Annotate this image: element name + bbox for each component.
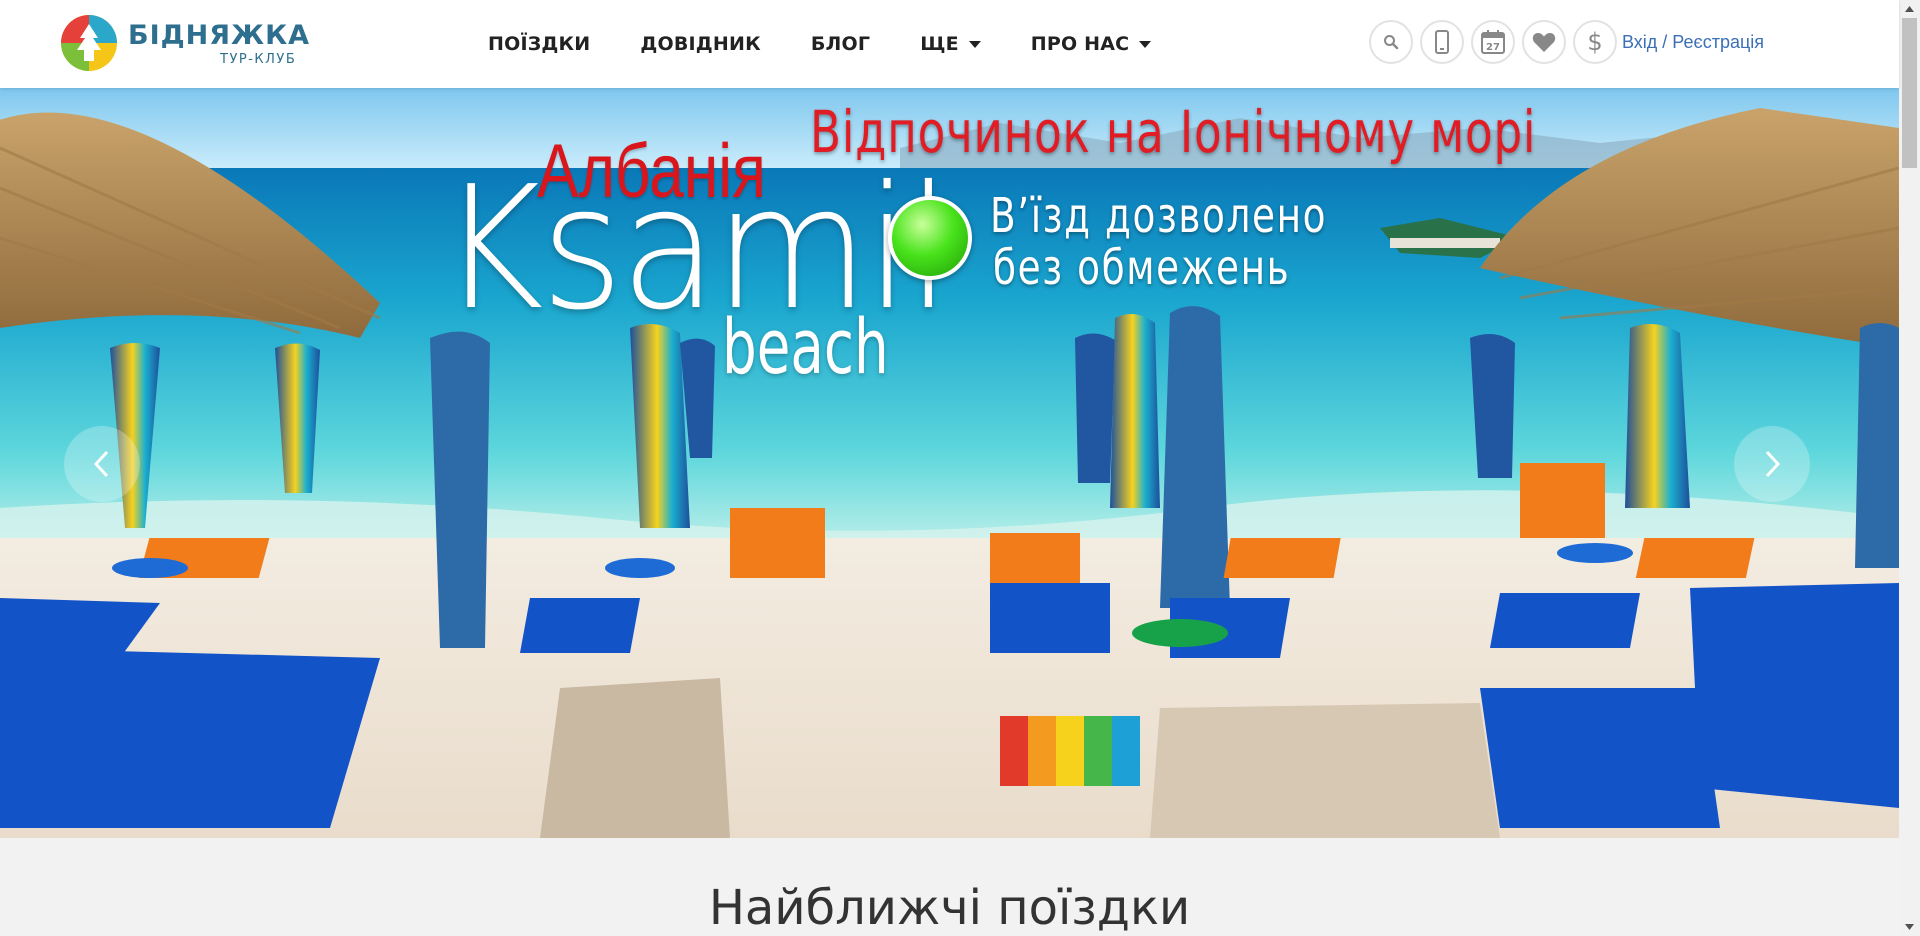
- nav-item-trips[interactable]: ПОЇЗДКИ: [488, 33, 590, 55]
- phone-icon: [1435, 30, 1449, 54]
- logo-icon: [61, 15, 117, 71]
- section-title: Найближчі поїздки: [708, 880, 1191, 936]
- scrollbar[interactable]: [1899, 0, 1920, 935]
- caret-down-icon: [1139, 40, 1152, 48]
- site-header: БІДНЯЖКА ТУР-КЛУБ ПОЇЗДКИ ДОВІДНИК БЛОГ …: [0, 0, 1899, 88]
- slider-next-button[interactable]: [1734, 426, 1810, 502]
- nav-item-label: ПРО НАС: [1030, 33, 1130, 55]
- nav-item-about[interactable]: ПРО НАС: [1031, 33, 1152, 55]
- nav-item-label: ПОЇЗДКИ: [488, 33, 591, 55]
- hero-place-sub: beach: [722, 302, 889, 391]
- hero-entry-line2: без обмежень: [993, 240, 1291, 296]
- logo[interactable]: БІДНЯЖКА ТУР-КЛУБ: [60, 14, 310, 74]
- heart-icon: [1532, 32, 1556, 52]
- calendar-icon: 27: [1481, 30, 1505, 54]
- hero-entry-line1: В’їзд дозволено: [990, 188, 1328, 244]
- nav-item-label: ЩЕ: [920, 33, 959, 55]
- nav-item-label: ДОВІДНИК: [640, 33, 761, 55]
- scrollbar-thumb[interactable]: [1902, 18, 1917, 168]
- main-nav: ПОЇЗДКИ ДОВІДНИК БЛОГ ЩЕ ПРО НАС: [488, 0, 1201, 88]
- nav-item-blog[interactable]: БЛОГ: [811, 33, 870, 55]
- mobile-app-button[interactable]: [1420, 20, 1464, 64]
- chevron-right-icon: [1765, 450, 1781, 478]
- nav-item-guide[interactable]: ДОВІДНИК: [640, 33, 760, 55]
- calendar-day: 27: [1486, 42, 1500, 53]
- slider-prev-button[interactable]: [64, 426, 140, 502]
- calendar-button[interactable]: 27: [1471, 20, 1515, 64]
- favorites-button[interactable]: [1522, 20, 1566, 64]
- svg-text:$: $: [1587, 28, 1602, 56]
- search-icon: [1384, 35, 1399, 50]
- logo-name: БІДНЯЖКА: [128, 20, 311, 51]
- dollar-icon: $: [1587, 28, 1602, 56]
- scroll-down-arrow-icon[interactable]: [1899, 918, 1920, 935]
- hero-slider: Відпочинок на Іонічному морі Албанія Ksa…: [0, 88, 1899, 838]
- nav-item-label: БЛОГ: [810, 33, 871, 55]
- nav-item-more[interactable]: ЩЕ: [920, 33, 981, 55]
- logo-tagline: ТУР-КЛУБ: [220, 52, 297, 67]
- currency-button[interactable]: $: [1573, 20, 1617, 64]
- header-tools: 27 $ Вхід / Реєстрація: [1369, 20, 1764, 64]
- chevron-left-icon: [93, 450, 109, 478]
- search-button[interactable]: [1369, 20, 1413, 64]
- login-register-link[interactable]: Вхід / Реєстрація: [1622, 32, 1764, 53]
- scroll-up-arrow-icon[interactable]: [1899, 0, 1920, 17]
- status-indicator: [888, 196, 972, 280]
- caret-down-icon: [968, 40, 981, 48]
